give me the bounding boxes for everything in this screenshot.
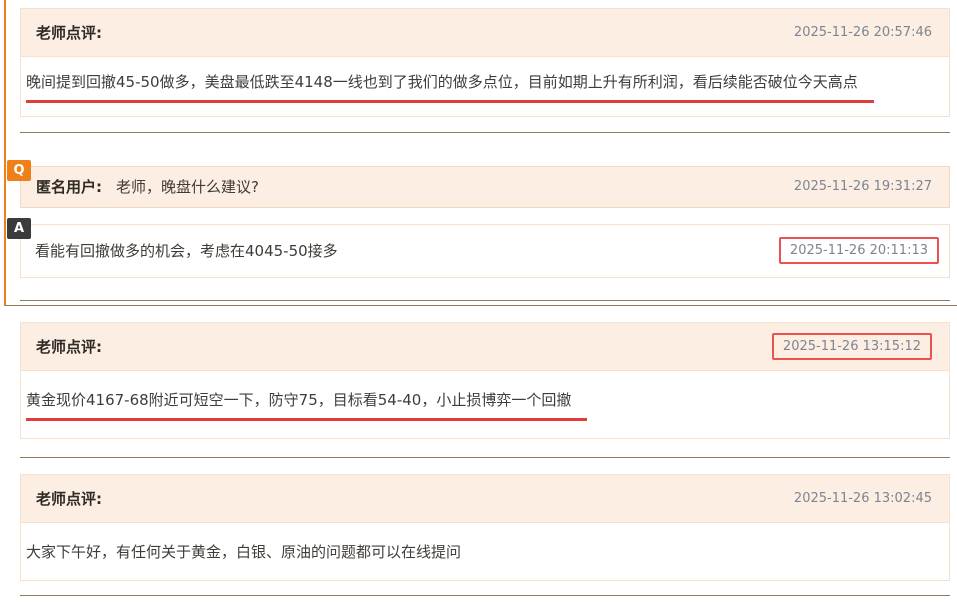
comment-text: 大家下午好，有任何关于黄金，白银、原油的问题都可以在线提问 <box>26 543 461 561</box>
timestamp: 2025-11-26 20:57:46 <box>794 25 932 40</box>
separator <box>20 132 950 133</box>
teacher-comment-header: 老师点评: 2025-11-26 13:15:12 <box>21 323 949 371</box>
latest-messages-group: 老师点评: 2025-11-26 20:57:46 晚间提到回撤45-50做多，… <box>4 0 957 306</box>
teacher-comment-label: 老师点评: <box>36 488 102 509</box>
teacher-comment-label: 老师点评: <box>36 22 102 43</box>
teacher-comment-body: 晚间提到回撤45-50做多，美盘最低跌至4148一线也到了我们的做多点位，目前如… <box>21 57 949 116</box>
timestamp-highlighted: 2025-11-26 20:11:13 <box>779 237 939 264</box>
qa-feed: 老师点评: 2025-11-26 20:57:46 晚间提到回撤45-50做多，… <box>0 0 957 606</box>
comment-text-underlined: 晚间提到回撤45-50做多，美盘最低跌至4148一线也到了我们的做多点位，目前如… <box>26 72 874 103</box>
question-card: 匿名用户: 老师，晚盘什么建议? 2025-11-26 19:31:27 <box>20 166 950 208</box>
question-badge-icon: Q <box>7 160 31 181</box>
teacher-comment-card-1: 老师点评: 2025-11-26 20:57:46 晚间提到回撤45-50做多，… <box>20 8 950 117</box>
separator <box>20 457 950 458</box>
answer-card: 看能有回撤做多的机会，考虑在4045-50接多 2025-11-26 20:11… <box>20 224 950 278</box>
answer-text: 看能有回撤做多的机会，考虑在4045-50接多 <box>35 240 338 261</box>
question-row: Q 匿名用户: 老师，晚盘什么建议? 2025-11-26 19:31:27 <box>20 166 950 208</box>
timestamp: 2025-11-26 19:31:27 <box>794 179 932 194</box>
question-author: 匿名用户: <box>36 176 102 197</box>
teacher-comment-body: 黄金现价4167-68附近可短空一下，防守75，目标看54-40，小止损博弈一个… <box>21 371 949 438</box>
teacher-comment-card-2: 老师点评: 2025-11-26 13:15:12 黄金现价4167-68附近可… <box>20 322 950 439</box>
separator <box>20 595 950 596</box>
separator <box>20 300 950 301</box>
comment-text-underlined: 黄金现价4167-68附近可短空一下，防守75，目标看54-40，小止损博弈一个… <box>26 390 587 421</box>
timestamp: 2025-11-26 13:02:45 <box>794 491 932 506</box>
teacher-comment-label: 老师点评: <box>36 336 102 357</box>
answer-row: A 看能有回撤做多的机会，考虑在4045-50接多 2025-11-26 20:… <box>20 224 950 278</box>
teacher-comment-card-3: 老师点评: 2025-11-26 13:02:45 大家下午好，有任何关于黄金，… <box>20 474 950 582</box>
question-text: 老师，晚盘什么建议? <box>116 176 259 197</box>
teacher-comment-header: 老师点评: 2025-11-26 20:57:46 <box>21 9 949 57</box>
teacher-comment-body: 大家下午好，有任何关于黄金，白银、原油的问题都可以在线提问 <box>21 523 949 581</box>
answer-badge-icon: A <box>7 218 31 239</box>
timestamp-highlighted: 2025-11-26 13:15:12 <box>772 333 932 360</box>
teacher-comment-header: 老师点评: 2025-11-26 13:02:45 <box>21 475 949 523</box>
